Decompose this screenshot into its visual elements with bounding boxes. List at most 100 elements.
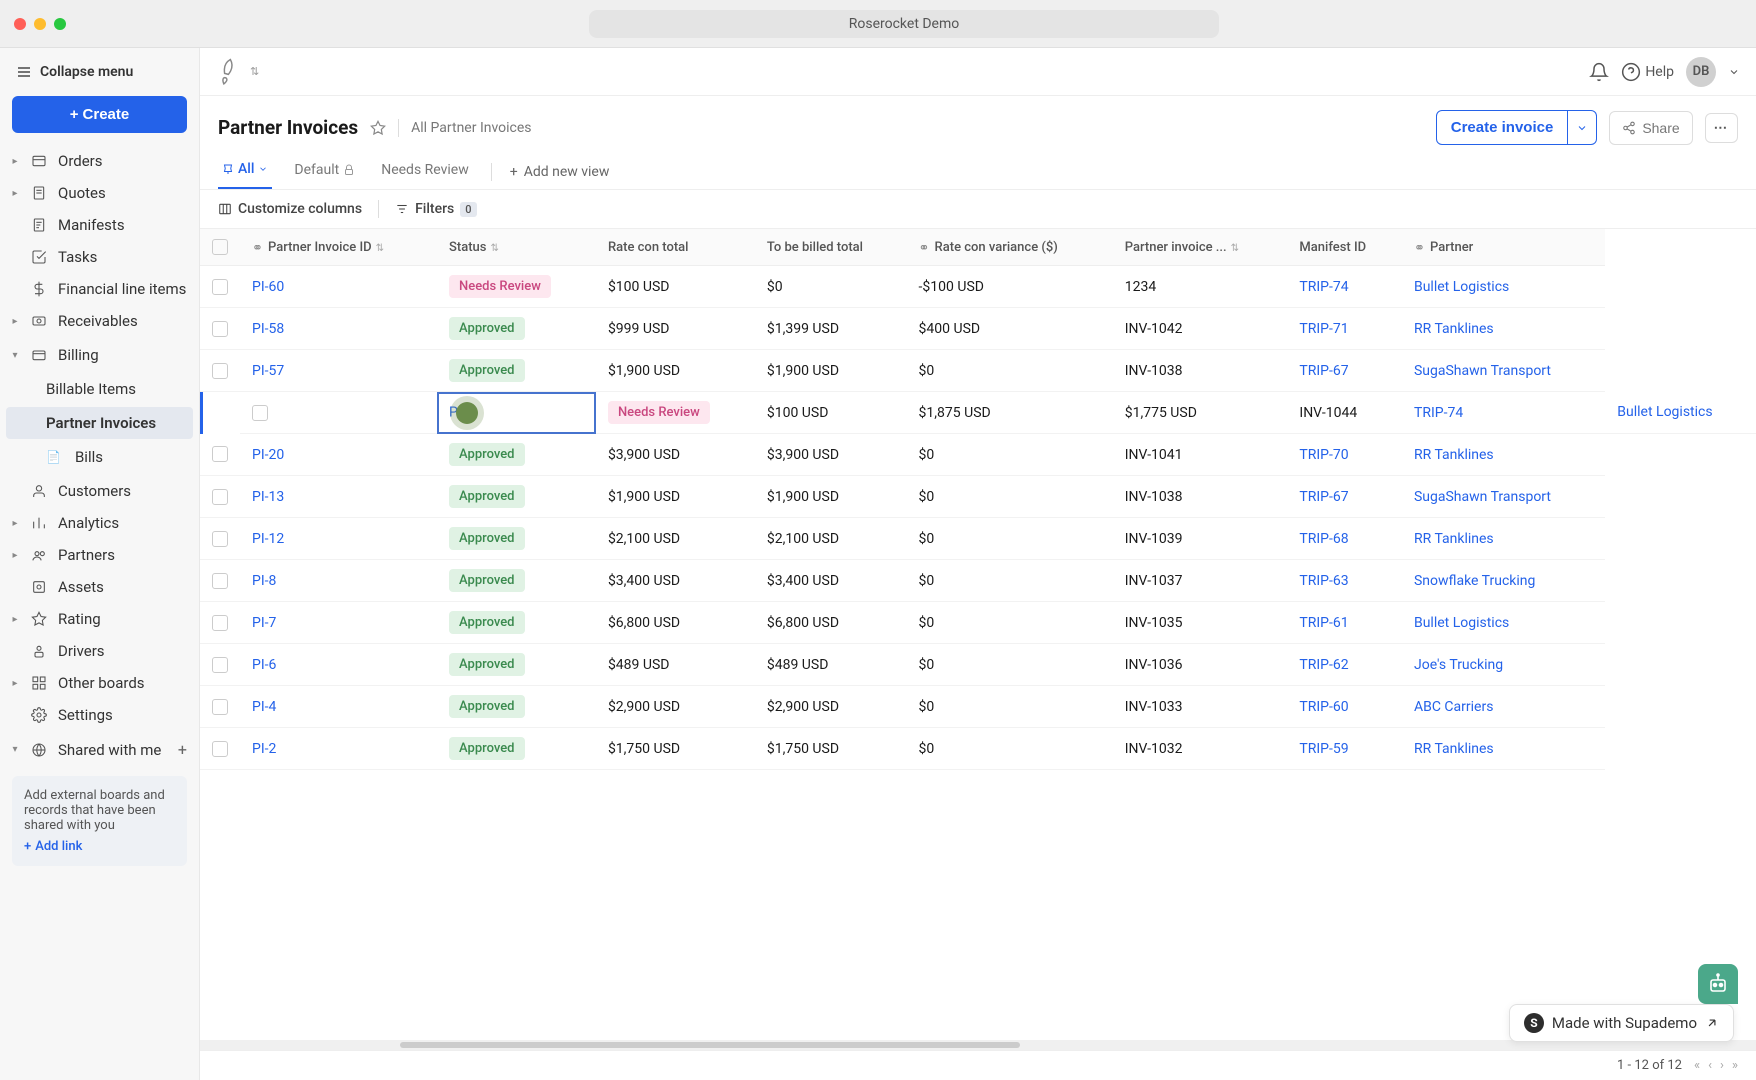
prev-page-button[interactable]: ‹ bbox=[1708, 1058, 1712, 1073]
cell-manifest[interactable]: TRIP-67 bbox=[1287, 350, 1402, 392]
sidebar-item-quotes[interactable]: ▸ Quotes bbox=[6, 177, 193, 209]
next-page-button[interactable]: › bbox=[1720, 1058, 1724, 1073]
sidebar-item-partners[interactable]: ▸ Partners bbox=[6, 539, 193, 571]
tab-needs-review[interactable]: Needs Review bbox=[377, 156, 473, 188]
cell-manifest[interactable]: TRIP-70 bbox=[1287, 434, 1402, 476]
cell-invoice-id[interactable]: PI-57 bbox=[240, 350, 437, 392]
sidebar-item-settings[interactable]: Settings bbox=[6, 699, 193, 731]
row-checkbox[interactable] bbox=[212, 446, 228, 462]
row-checkbox[interactable] bbox=[212, 657, 228, 673]
sidebar-item-other-boards[interactable]: ▸ Other boards bbox=[6, 667, 193, 699]
cell-invoice-id[interactable]: PI-20 bbox=[240, 434, 437, 476]
first-page-button[interactable]: « bbox=[1694, 1058, 1700, 1073]
sidebar-item-rating[interactable]: ▸ Rating bbox=[6, 603, 193, 635]
cell-invoice-id[interactable]: PI-2 bbox=[240, 728, 437, 770]
cell-invoice-id[interactable]: PI-60 bbox=[240, 266, 437, 308]
table-row[interactable]: PI-7 Approved $6,800 USD $6,800 USD $0 I… bbox=[200, 602, 1756, 644]
filters-button[interactable]: Filters 0 bbox=[395, 201, 476, 217]
table-row[interactable]: PI-12 Approved $2,100 USD $2,100 USD $0 … bbox=[200, 518, 1756, 560]
row-checkbox[interactable] bbox=[212, 531, 228, 547]
star-icon[interactable] bbox=[370, 120, 386, 136]
sidebar-item-billing[interactable]: ▾ Billing bbox=[6, 339, 193, 371]
sidebar-item-customers[interactable]: Customers bbox=[6, 475, 193, 507]
cell-invoice-id[interactable]: PI-13 bbox=[240, 476, 437, 518]
cell-partner[interactable]: Joe's Trucking bbox=[1402, 644, 1605, 686]
table-row[interactable]: PI-2 Approved $1,750 USD $1,750 USD $0 I… bbox=[200, 728, 1756, 770]
column-header-invoice-id[interactable]: ⚭Partner Invoice ID⇅ bbox=[240, 229, 437, 266]
maximize-window-button[interactable] bbox=[54, 18, 66, 30]
cell-partner[interactable]: ABC Carriers bbox=[1402, 686, 1605, 728]
cell-partner[interactable]: RR Tanklines bbox=[1402, 728, 1605, 770]
cell-partner[interactable]: Snowflake Trucking bbox=[1402, 560, 1605, 602]
help-button[interactable]: Help bbox=[1621, 62, 1674, 82]
cell-manifest[interactable]: TRIP-68 bbox=[1287, 518, 1402, 560]
column-header-partner[interactable]: ⚭Partner bbox=[1402, 229, 1605, 266]
avatar[interactable]: DB bbox=[1686, 57, 1716, 87]
table-row[interactable]: PI-13 Approved $1,900 USD $1,900 USD $0 … bbox=[200, 476, 1756, 518]
column-header-variance[interactable]: ⚭Rate con variance ($) bbox=[907, 229, 1113, 266]
cell-manifest[interactable]: TRIP-74 bbox=[1287, 266, 1402, 308]
minimize-window-button[interactable] bbox=[34, 18, 46, 30]
row-checkbox[interactable] bbox=[212, 489, 228, 505]
chevron-down-icon[interactable] bbox=[1728, 66, 1740, 78]
table-row[interactable]: PI-20 Approved $3,900 USD $3,900 USD $0 … bbox=[200, 434, 1756, 476]
table-row[interactable]: PI-60 Needs Review $100 USD $0 -$100 USD… bbox=[200, 266, 1756, 308]
column-header-partner-invoice[interactable]: Partner invoice ...⇅ bbox=[1113, 229, 1288, 266]
more-button[interactable]: ⋯ bbox=[1705, 113, 1738, 143]
cell-manifest[interactable]: TRIP-67 bbox=[1287, 476, 1402, 518]
cell-manifest[interactable]: TRIP-63 bbox=[1287, 560, 1402, 602]
cell-manifest[interactable]: TRIP-61 bbox=[1287, 602, 1402, 644]
create-button[interactable]: + Create bbox=[12, 96, 187, 133]
cell-partner[interactable]: RR Tanklines bbox=[1402, 434, 1605, 476]
sidebar-item-billable-items[interactable]: Billable Items bbox=[6, 373, 193, 405]
column-header-status[interactable]: Status⇅ bbox=[437, 229, 596, 266]
column-header-rate-con-total[interactable]: Rate con total bbox=[596, 229, 755, 266]
cell-manifest[interactable]: TRIP-74 bbox=[1402, 392, 1605, 434]
sidebar-item-shared[interactable]: ▾ Shared with me + bbox=[6, 733, 193, 766]
row-checkbox[interactable] bbox=[212, 615, 228, 631]
sidebar-item-assets[interactable]: Assets bbox=[6, 571, 193, 603]
last-page-button[interactable]: » bbox=[1732, 1058, 1738, 1073]
row-checkbox[interactable] bbox=[212, 321, 228, 337]
sidebar-item-partner-invoices[interactable]: Partner Invoices bbox=[6, 407, 193, 439]
create-invoice-button[interactable]: Create invoice bbox=[1436, 110, 1569, 145]
cell-manifest[interactable]: TRIP-60 bbox=[1287, 686, 1402, 728]
cell-invoice-id[interactable]: PI-4 bbox=[240, 686, 437, 728]
add-link-button[interactable]: + Add link bbox=[24, 839, 82, 854]
row-checkbox[interactable] bbox=[212, 279, 228, 295]
table-row[interactable]: PI-57 Approved $1,900 USD $1,900 USD $0 … bbox=[200, 350, 1756, 392]
table-row[interactable]: PI-8 Approved $3,400 USD $3,400 USD $0 I… bbox=[200, 560, 1756, 602]
helper-widget[interactable] bbox=[1698, 964, 1738, 1004]
table-wrapper[interactable]: ⚭Partner Invoice ID⇅ Status⇅ Rate con to… bbox=[200, 229, 1756, 1040]
add-new-view-button[interactable]: + Add new view bbox=[510, 164, 610, 180]
customize-columns-button[interactable]: Customize columns bbox=[218, 201, 362, 217]
row-checkbox[interactable] bbox=[212, 699, 228, 715]
cell-partner[interactable]: Bullet Logistics bbox=[1402, 602, 1605, 644]
close-window-button[interactable] bbox=[14, 18, 26, 30]
cell-invoice-id[interactable]: PI-12 bbox=[240, 518, 437, 560]
column-header-manifest[interactable]: Manifest ID bbox=[1287, 229, 1402, 266]
row-checkbox[interactable] bbox=[212, 363, 228, 379]
cell-partner[interactable]: SugaShawn Transport bbox=[1402, 350, 1605, 392]
sidebar-item-orders[interactable]: ▸ Orders bbox=[6, 145, 193, 177]
cell-partner[interactable]: Bullet Logistics bbox=[1605, 392, 1756, 434]
row-checkbox[interactable] bbox=[212, 741, 228, 757]
sidebar-item-analytics[interactable]: ▸ Analytics bbox=[6, 507, 193, 539]
bell-icon[interactable] bbox=[1589, 62, 1609, 82]
sidebar-item-financial-line-items[interactable]: Financial line items bbox=[6, 273, 193, 305]
select-all-checkbox[interactable] bbox=[212, 239, 228, 255]
cell-invoice-id[interactable]: PI-8 bbox=[240, 560, 437, 602]
supademo-badge[interactable]: S Made with Supademo bbox=[1509, 1004, 1734, 1042]
rocket-icon[interactable] bbox=[212, 56, 242, 86]
sidebar-item-manifests[interactable]: Manifests bbox=[6, 209, 193, 241]
cell-manifest[interactable]: TRIP-59 bbox=[1287, 728, 1402, 770]
sidebar-item-drivers[interactable]: Drivers bbox=[6, 635, 193, 667]
cell-partner[interactable]: RR Tanklines bbox=[1402, 518, 1605, 560]
tab-all[interactable]: All bbox=[218, 155, 272, 189]
plus-icon[interactable]: + bbox=[178, 740, 187, 759]
table-row[interactable]: PI-58 Approved $999 USD $1,399 USD $400 … bbox=[200, 308, 1756, 350]
row-checkbox[interactable] bbox=[212, 573, 228, 589]
sidebar-item-receivables[interactable]: ▸ Receivables bbox=[6, 305, 193, 337]
column-header-to-be-billed[interactable]: To be billed total bbox=[755, 229, 907, 266]
cell-manifest[interactable]: TRIP-71 bbox=[1287, 308, 1402, 350]
